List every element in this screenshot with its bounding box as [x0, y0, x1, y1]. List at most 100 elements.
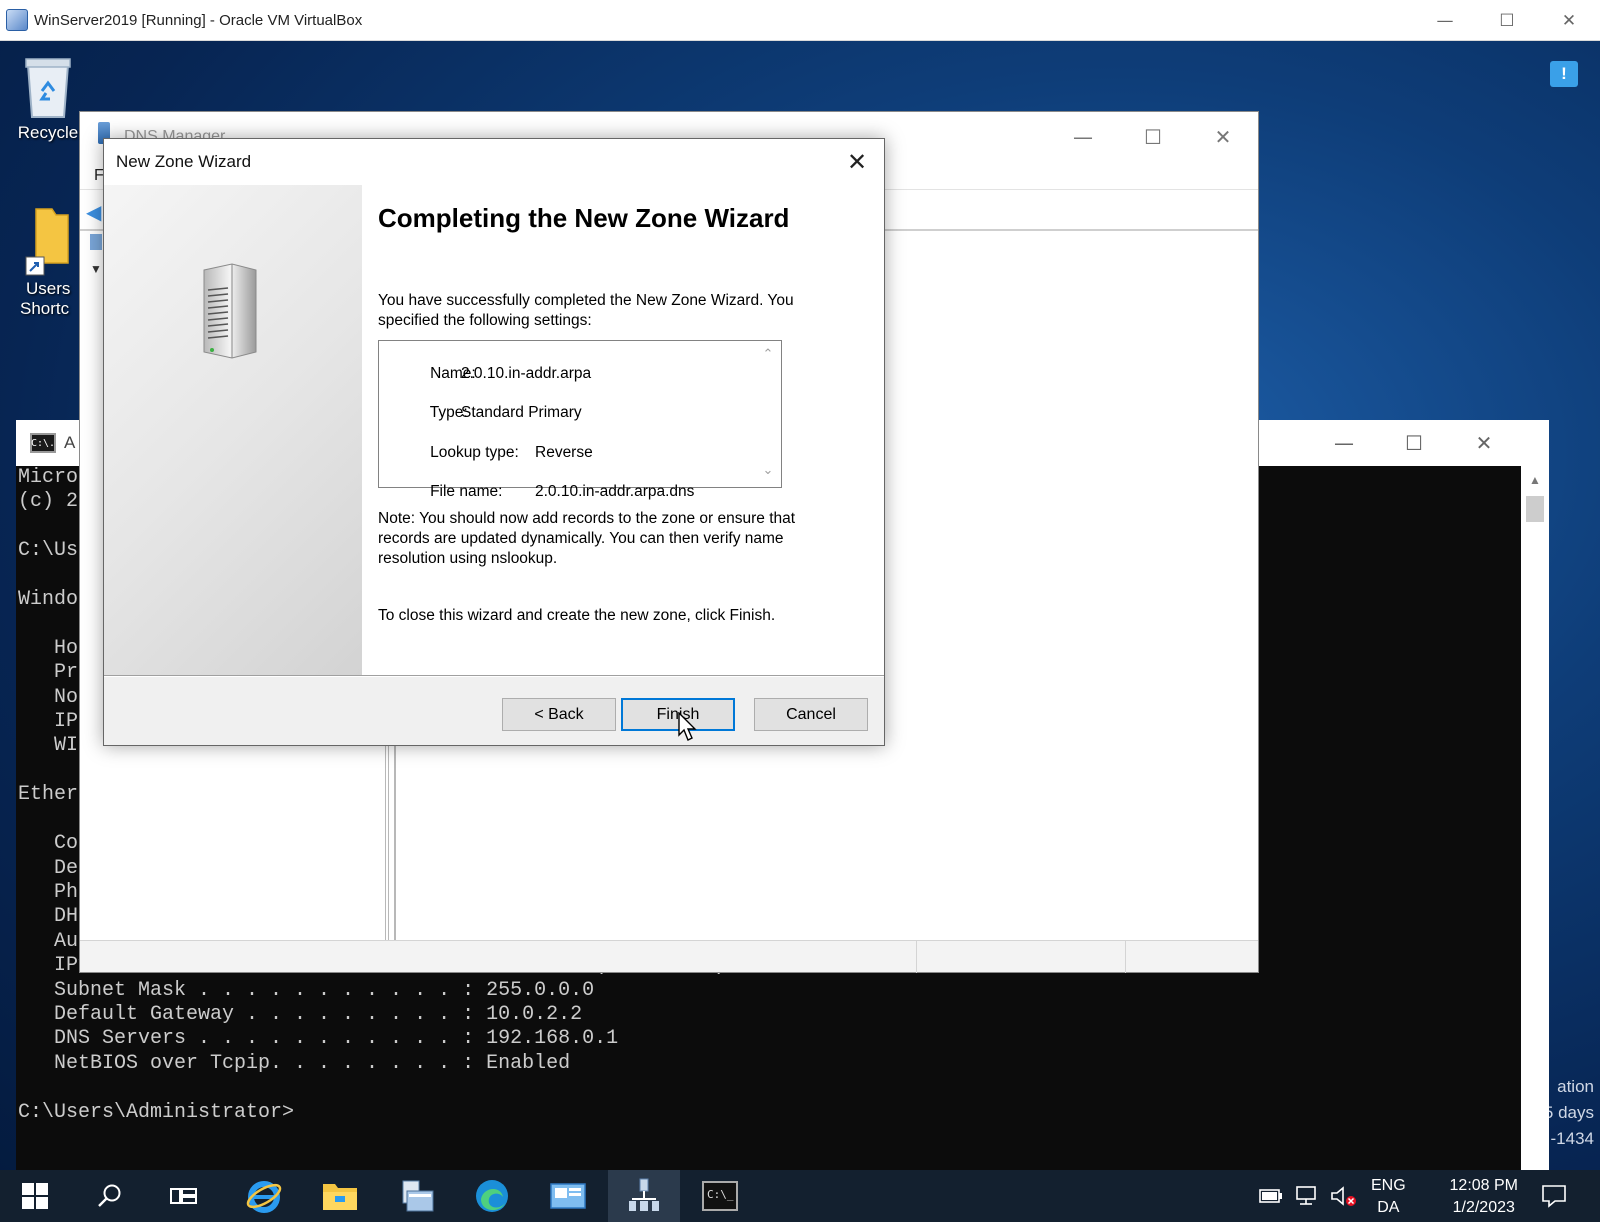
- chevron-down-icon[interactable]: ▼: [90, 262, 102, 276]
- cmd-scrollbar[interactable]: ▲: [1521, 466, 1549, 1170]
- virtualbox-icon: [6, 9, 28, 31]
- cmd-taskbar-button[interactable]: C:\_: [684, 1170, 756, 1222]
- app-window-icon: [550, 1183, 586, 1209]
- recycle-bin-shortcut[interactable]: Recycle: [8, 55, 88, 143]
- users-shortcut[interactable]: Users Shortc: [14, 207, 84, 319]
- server-manager-button[interactable]: [380, 1170, 452, 1222]
- svg-text:C:\_: C:\_: [707, 1188, 734, 1201]
- vbox-minimize-button[interactable]: —: [1414, 0, 1476, 41]
- vbox-titlebar: WinServer2019 [Running] - Oracle VM Virt…: [0, 0, 1600, 41]
- cmd-line: NetBIOS over Tcpip. . . . . . . . : Enab…: [18, 1051, 571, 1075]
- input-language-indicator[interactable]: ENG DA: [1371, 1175, 1406, 1219]
- clock-date: 1/2/2023: [1452, 1199, 1515, 1216]
- start-button[interactable]: [0, 1170, 70, 1222]
- status-divider: [916, 941, 917, 973]
- language-code: ENG: [1371, 1177, 1406, 1194]
- dns-statusbar: [80, 940, 1258, 973]
- wizard-close-instruction: To close this wizard and create the new …: [378, 607, 776, 624]
- wizard-intro-text: You have successfully completed the New …: [378, 292, 794, 329]
- edge-button[interactable]: [456, 1170, 528, 1222]
- notifications-icon: [1542, 1185, 1566, 1208]
- file-explorer-button[interactable]: [304, 1170, 376, 1222]
- keyboard-layout: DA: [1377, 1199, 1400, 1216]
- recycle-bin-label: Recycle: [17, 123, 79, 142]
- setting-label: Lookup type:: [430, 444, 519, 461]
- vbox-window-controls: — ☐ ✕: [1414, 0, 1600, 41]
- vbox-maximize-button[interactable]: ☐: [1476, 0, 1538, 41]
- status-divider: [1125, 941, 1126, 973]
- task-view-icon: [170, 1188, 197, 1204]
- cmd-scroll-thumb[interactable]: [1526, 496, 1544, 522]
- wizard-close-button[interactable]: ✕: [838, 143, 876, 181]
- scroll-up-icon[interactable]: ⌃: [755, 347, 781, 362]
- wizard-side-banner: [104, 185, 362, 675]
- recycle-bin-icon: [25, 58, 71, 118]
- vbox-close-button[interactable]: ✕: [1538, 0, 1600, 41]
- watermark-line: -1434: [1550, 1129, 1594, 1148]
- wizard-title: New Zone Wizard: [116, 152, 252, 171]
- dns-manager-taskbar-button[interactable]: [608, 1170, 680, 1222]
- folder-icon: [25, 208, 69, 276]
- server-icon: [203, 263, 257, 359]
- mouse-cursor-icon: [678, 712, 697, 741]
- settings-scrollbar[interactable]: ⌃ ⌄: [755, 341, 781, 487]
- watermark-line: 5 days: [1543, 1103, 1594, 1122]
- cmd-icon: C:\.: [30, 433, 56, 453]
- cmd-line: [18, 1076, 1518, 1100]
- edge-icon: [476, 1180, 508, 1212]
- dns-window-controls: — ☐ ✕: [1048, 112, 1258, 162]
- volume-muted-icon[interactable]: [1328, 1170, 1360, 1222]
- taskbar-clock[interactable]: 12:08 PM 1/2/2023: [1450, 1175, 1518, 1219]
- internet-explorer-icon: [246, 1181, 282, 1213]
- cmd-line: Subnet Mask . . . . . . . . . . . : 255.…: [18, 978, 595, 1002]
- users-shortcut-label-2: Shortc: [20, 299, 70, 318]
- scroll-up-icon[interactable]: ▲: [1521, 466, 1549, 494]
- cmd-line: Default Gateway . . . . . . . . . : 10.0…: [18, 1002, 583, 1026]
- file-explorer-icon: [323, 1184, 357, 1210]
- server-tree-icon: [90, 234, 102, 250]
- server-manager-icon: [402, 1180, 434, 1212]
- dns-maximize-button[interactable]: ☐: [1118, 112, 1188, 162]
- watermark-line: ation: [1557, 1077, 1594, 1096]
- cmd-maximize-button[interactable]: ☐: [1379, 420, 1449, 466]
- setting-value: 2.0.10.in-addr.arpa.dns: [535, 483, 695, 500]
- dns-minimize-button[interactable]: —: [1048, 112, 1118, 162]
- task-view-button[interactable]: [148, 1170, 220, 1222]
- cmd-line: DNS Servers . . . . . . . . . . . : 192.…: [18, 1027, 619, 1051]
- app-button[interactable]: [532, 1170, 604, 1222]
- cmd-line: C:\Users\Administrator>: [18, 1100, 295, 1124]
- taskbar: C:\_ ENG DA 12:08 PM 1/2/2023: [0, 1170, 1600, 1222]
- wizard-heading: Completing the New Zone Wizard: [378, 203, 790, 233]
- new-zone-wizard-dialog: New Zone Wizard ✕ Completing the New Zon…: [103, 138, 885, 746]
- feedback-icon[interactable]: !: [1550, 61, 1578, 87]
- vbox-window-title: WinServer2019 [Running] - Oracle VM Virt…: [34, 11, 363, 29]
- wizard-main-panel: Completing the New Zone Wizard You have …: [362, 185, 884, 675]
- wizard-note-text: Note: You should now add records to the …: [378, 510, 796, 567]
- setting-value: Reverse: [535, 444, 593, 461]
- scroll-down-icon[interactable]: ⌄: [755, 463, 781, 478]
- clock-time: 12:08 PM: [1449, 1177, 1518, 1194]
- cmd-minimize-button[interactable]: —: [1309, 420, 1379, 466]
- wizard-titlebar: New Zone Wizard ✕: [104, 139, 884, 185]
- setting-value: Standard Primary: [461, 404, 582, 421]
- activation-watermark: ation 5 days -1434: [1544, 1074, 1594, 1152]
- back-button[interactable]: < Back: [502, 698, 616, 731]
- cmd-window-title: A: [64, 433, 76, 452]
- dns-manager-icon: [629, 1178, 659, 1211]
- cancel-button[interactable]: Cancel: [754, 698, 868, 731]
- wizard-separator: [104, 675, 884, 677]
- cmd-window-controls: — ☐ ✕: [1309, 420, 1519, 466]
- settings-summary-box[interactable]: Name: 2.0.10.in-addr.arpa Type: Standard P…: [378, 340, 782, 500]
- cmd-icon: C:\_: [702, 1181, 738, 1211]
- dns-close-button[interactable]: ✕: [1188, 112, 1258, 162]
- search-button[interactable]: [74, 1170, 146, 1222]
- windows-logo-icon: [22, 1183, 48, 1209]
- setting-label: File name:: [430, 483, 503, 500]
- cmd-close-button[interactable]: ✕: [1449, 420, 1519, 466]
- internet-explorer-button[interactable]: [228, 1170, 300, 1222]
- network-icon[interactable]: [1292, 1170, 1322, 1222]
- action-center-button[interactable]: [1526, 1170, 1582, 1222]
- users-shortcut-label-1: Users: [26, 279, 71, 298]
- search-icon: [98, 1184, 121, 1207]
- battery-icon[interactable]: [1256, 1170, 1286, 1222]
